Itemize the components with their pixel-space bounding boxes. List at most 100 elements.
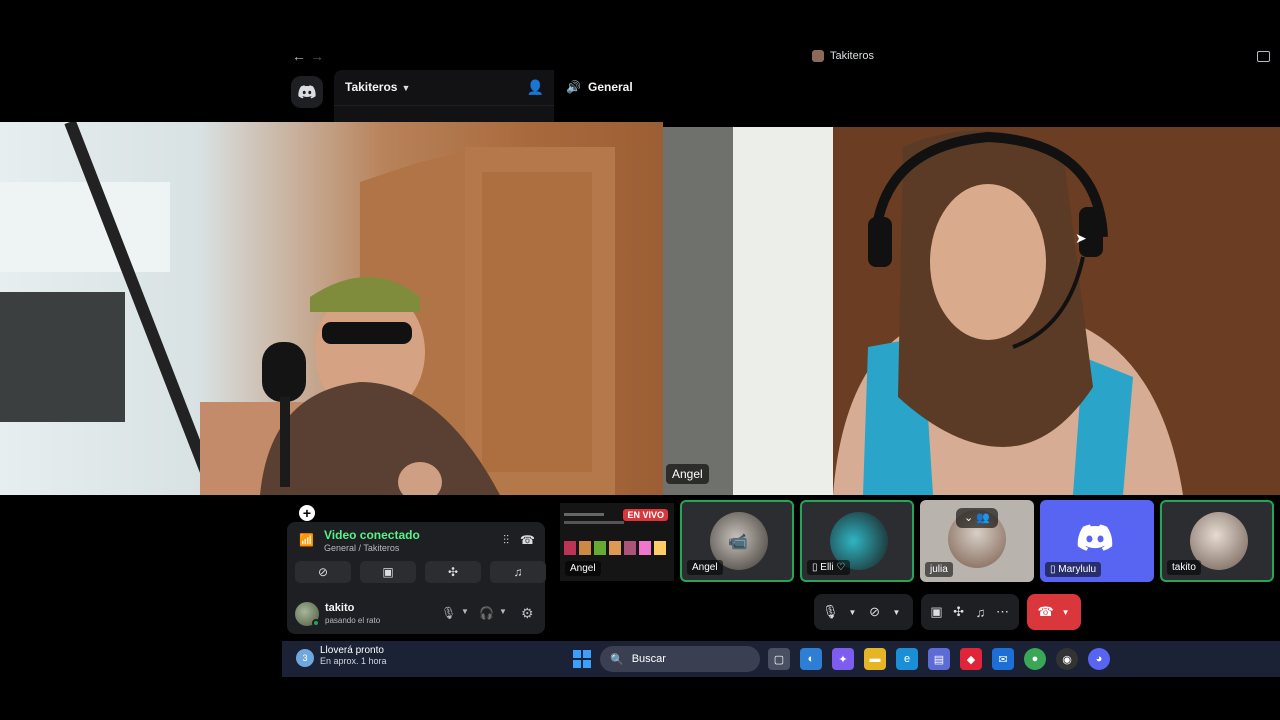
app-icon[interactable]: ◆ [960, 648, 982, 670]
tile-label: Angel [687, 560, 723, 575]
mail-icon[interactable]: ✉ [992, 648, 1014, 670]
participant-tile-elli[interactable]: ▯ Elli ♡ [800, 500, 914, 582]
screen: ← → Takiteros Takiteros ▼ 👤 🔊 General An… [0, 0, 1280, 720]
online-status-icon [312, 619, 320, 627]
taskbar-apps: ▢ ◐ ✦ ▬ e ▤ ◆ ✉ ● ◉ ◕ [768, 648, 1110, 670]
weather-icon: 3 [296, 649, 314, 667]
main-video-right[interactable] [663, 127, 1280, 495]
hangup-icon: ☎ [1037, 604, 1054, 619]
store-icon[interactable]: ▤ [928, 648, 950, 670]
chevron-down-icon[interactable]: ▼ [461, 607, 469, 616]
voice-action-buttons: ⊘ ▣ ✣ ♫ [295, 561, 546, 583]
widgets-icon[interactable]: ◐ [800, 648, 822, 670]
waveform-icon[interactable]: ⫶⫶ [503, 533, 509, 548]
live-badge: EN VIVO [623, 509, 668, 521]
camera-icon: 📹 [728, 534, 748, 551]
taskbar-search[interactable]: 🔍 Buscar [600, 646, 760, 672]
participant-tile-angel[interactable]: 📹 Angel [680, 500, 794, 582]
forward-arrow-icon[interactable]: → [310, 48, 324, 64]
server-icon [812, 50, 824, 62]
search-placeholder: Buscar [631, 653, 666, 665]
hangup-icon[interactable]: ☎ [520, 533, 535, 547]
weather-subtitle: En aprox. 1 hora [320, 656, 387, 666]
tile-label: ▯ Elli ♡ [807, 560, 851, 575]
participant-tile-takito[interactable]: takito [1160, 500, 1274, 582]
video-scene-right [663, 127, 1280, 495]
server-name: Takiteros ▼ [345, 80, 411, 94]
server-header[interactable]: Takiteros ▼ 👤 [334, 70, 554, 106]
back-arrow-icon[interactable]: ← [292, 48, 306, 64]
tile-label: ▯ Marylulu [1045, 562, 1102, 577]
screen-share-icon: ▣ [382, 565, 394, 579]
channel-list [334, 106, 554, 122]
call-controls: 🎙 ▼ ⊘ ▼ ▣ ✣ ♫ ⋯ ☎ ▼ [814, 594, 1081, 630]
chevron-down-icon[interactable]: ▼ [889, 608, 905, 617]
group-icon[interactable]: ⌄ 👥 [956, 508, 998, 528]
windows-taskbar: 3 Lloverá pronto En aprox. 1 hora 🔍 Busc… [282, 641, 1280, 677]
windows-icon[interactable] [573, 650, 591, 668]
participant-tile-marylulu[interactable]: ▯ Marylulu [1040, 500, 1154, 582]
user-panel[interactable]: takito pasando el rato 🎙 ▼ 🎧 ▼ ⚙ [295, 600, 537, 628]
participant-tile-stream[interactable]: EN VIVO Angel [560, 503, 674, 581]
gear-icon[interactable]: ⚙ [521, 605, 534, 622]
edge-icon[interactable]: e [896, 648, 918, 670]
window-title-text: Takiteros [830, 50, 875, 62]
chevron-down-icon: ▼ [401, 83, 411, 93]
tile-label: Angel [565, 561, 601, 576]
camera-off-icon: ⊘ [317, 565, 329, 579]
activities-icon[interactable]: ✣ [951, 604, 967, 620]
copilot-icon[interactable]: ✦ [832, 648, 854, 670]
microphone-icon[interactable]: 🎙 [822, 604, 839, 620]
more-icon[interactable]: ⋯ [995, 604, 1011, 620]
user-name: takito [325, 602, 355, 614]
microphone-icon[interactable]: 🎙 [441, 606, 456, 620]
video-scene-left [0, 122, 615, 495]
voice-connection-panel: 📶 Video conectado General / Takiteros ⫶⫶… [287, 522, 546, 634]
channel-name: General [588, 80, 633, 94]
screen-share-icon[interactable]: ▣ [929, 604, 945, 620]
soundboard-icon: ♫ [513, 565, 523, 579]
window-titlebar: ← → Takiteros [282, 46, 1280, 70]
chevron-down-icon[interactable]: ▼ [845, 608, 861, 617]
voice-status: Video conectado [324, 528, 420, 542]
chevron-down-icon[interactable]: ▼ [499, 607, 507, 616]
activities-button[interactable]: ✣ [425, 561, 481, 583]
camera-off-icon[interactable]: ⊘ [867, 604, 883, 620]
tile-label: julia [925, 562, 953, 577]
soundboard-icon[interactable]: ♫ [973, 605, 989, 620]
participant-name-tag: Angel [666, 464, 709, 484]
channel-header: 🔊 General [556, 70, 1280, 106]
add-member-icon[interactable]: 👤 [527, 79, 544, 96]
headset-icon[interactable]: 🎧 [479, 606, 494, 620]
inbox-icon[interactable] [1257, 51, 1270, 62]
search-icon: 🔍 [610, 653, 624, 666]
server-sidebar [282, 70, 332, 130]
discord-home-button[interactable] [291, 76, 323, 108]
user-status: pasando el rato [325, 616, 381, 625]
weather-title: Lloverá pronto [320, 645, 384, 656]
task-view-icon[interactable]: ▢ [768, 648, 790, 670]
discord-icon [298, 85, 316, 99]
disconnect-button[interactable]: ☎ ▼ [1026, 594, 1081, 630]
share-controls: ▣ ✣ ♫ ⋯ [920, 594, 1019, 630]
chevron-down-icon[interactable]: ▼ [1062, 608, 1070, 617]
weather-widget[interactable]: 3 Lloverá pronto En aprox. 1 hora [296, 645, 387, 667]
cursor-icon: ➤ [1075, 230, 1087, 246]
discord-icon[interactable]: ◕ [1088, 648, 1110, 670]
signal-icon[interactable]: 📶 [299, 533, 314, 547]
window-title: Takiteros [812, 50, 874, 62]
speaker-icon: 🔊 [566, 80, 581, 94]
main-video-left[interactable] [0, 122, 663, 495]
folder-icon[interactable]: ▬ [864, 648, 886, 670]
screen-share-button[interactable]: ▣ [360, 561, 416, 583]
soundboard-button[interactable]: ♫ [490, 561, 546, 583]
voice-location[interactable]: General / Takiteros [324, 543, 399, 553]
audio-video-controls: 🎙 ▼ ⊘ ▼ [814, 594, 913, 630]
participant-tile-julia[interactable]: ⌄ 👥 julia [920, 500, 1034, 582]
obs-icon[interactable]: ◉ [1056, 648, 1078, 670]
add-button[interactable]: + [299, 505, 315, 521]
discord-icon [1077, 524, 1113, 551]
camera-off-button[interactable]: ⊘ [295, 561, 351, 583]
tile-label: takito [1167, 560, 1201, 575]
chrome-icon[interactable]: ● [1024, 648, 1046, 670]
